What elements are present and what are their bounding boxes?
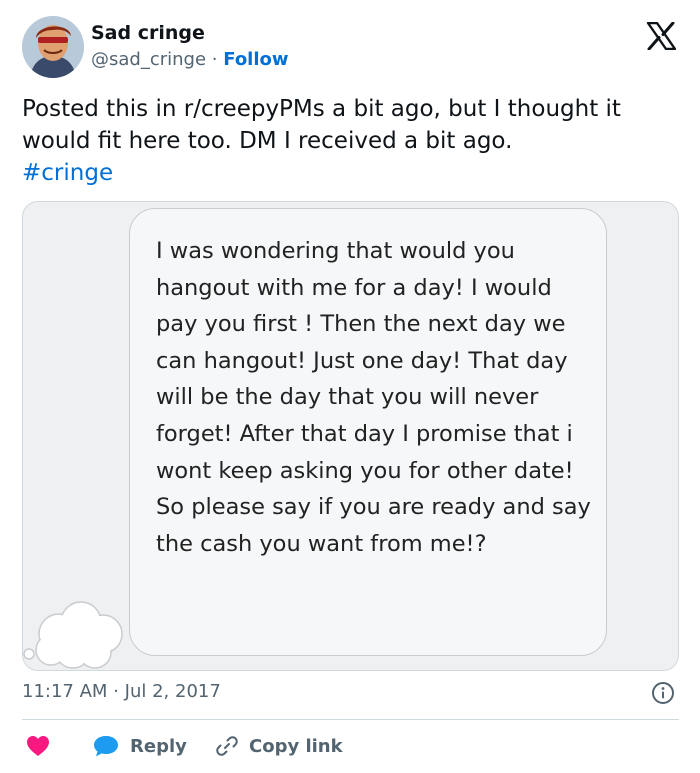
heart-icon xyxy=(27,736,49,756)
tweet-header: Sad cringe @sad_cringe · Follow xyxy=(22,16,682,80)
tweet-date: Jul 2, 2017 xyxy=(124,681,221,702)
tweet-media-image[interactable]: I was wondering that would you hangout w… xyxy=(22,201,679,671)
handle-separator: · xyxy=(211,49,218,70)
info-icon[interactable] xyxy=(651,681,675,705)
avatar[interactable] xyxy=(22,16,84,78)
copy-link-button[interactable]: Copy link xyxy=(215,731,343,761)
reply-bubble-icon xyxy=(94,736,118,757)
author-handle[interactable]: @sad_cringe xyxy=(91,49,206,70)
x-logo-icon[interactable] xyxy=(646,21,677,51)
hashtag-link[interactable]: #cringe xyxy=(22,160,113,186)
thought-cloud-icon xyxy=(23,572,133,670)
divider xyxy=(22,719,679,720)
meta-separator: · xyxy=(113,681,119,702)
tweet-timestamp[interactable]: 11:17 AM · Jul 2, 2017 xyxy=(22,681,221,702)
like-button[interactable] xyxy=(26,731,50,761)
copy-link-label: Copy link xyxy=(249,735,343,757)
tweet-time: 11:17 AM xyxy=(22,681,108,702)
author-display-name[interactable]: Sad cringe xyxy=(91,22,205,44)
tweet-text: Posted this in r/creepyPMs a bit ago, bu… xyxy=(22,93,682,189)
reply-button[interactable]: Reply xyxy=(92,731,187,761)
tweet-body: Posted this in r/creepyPMs a bit ago, bu… xyxy=(22,96,621,154)
author-handle-row: @sad_cringe · Follow xyxy=(91,49,289,70)
follow-button[interactable]: Follow xyxy=(223,49,288,70)
message-bubble: I was wondering that would you hangout w… xyxy=(129,208,607,656)
message-text: I was wondering that would you hangout w… xyxy=(156,238,591,557)
action-bar: Reply Copy link xyxy=(22,731,679,761)
reply-label: Reply xyxy=(130,735,187,757)
link-icon xyxy=(216,736,238,756)
